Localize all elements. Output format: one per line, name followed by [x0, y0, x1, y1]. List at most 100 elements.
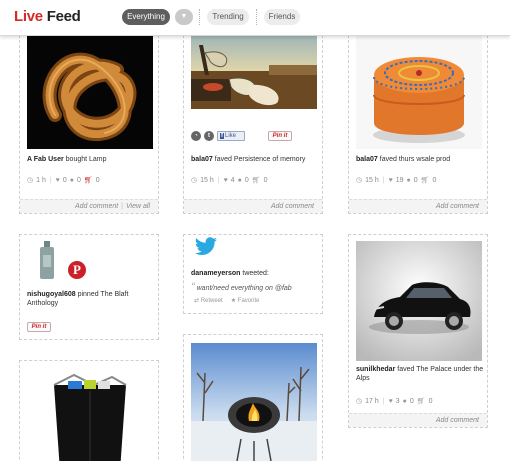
heart-icon[interactable]: ♥	[224, 177, 228, 184]
tab-everything[interactable]: Everything	[122, 9, 170, 25]
tweet-text: “ want/need everything on @fab	[191, 281, 319, 293]
user-name[interactable]: bala07	[356, 156, 378, 163]
user-name[interactable]: danameyerson	[191, 270, 240, 277]
pinterest-icon[interactable]: P	[68, 261, 86, 279]
like-count: 0	[62, 176, 67, 184]
comment-count: 0	[76, 176, 81, 184]
user-name[interactable]: sunilkhedar	[356, 366, 395, 373]
activity-caption: bala07 faved Persistence of memory	[191, 155, 319, 164]
add-comment-link[interactable]: Add comment	[436, 417, 479, 424]
feed-card-lamp: A Fab User bought Lamp ◷ 1 h | ♥ 0 ● 0 🛒…	[19, 20, 159, 214]
favorite-button[interactable]: ★ Favorite	[231, 297, 260, 304]
logo-feed: Feed	[46, 8, 81, 25]
activity-text: faved thurs wsale prod	[379, 156, 451, 163]
heart-icon[interactable]: ♥	[389, 398, 393, 405]
product-image-hamper[interactable]	[34, 371, 146, 461]
product-image-pouf[interactable]	[356, 35, 482, 149]
pouf-graphic	[373, 57, 465, 143]
product-image-lamp[interactable]	[27, 35, 153, 149]
favorite-label: Favorite	[237, 298, 260, 304]
feed-card-tweet: danameyerson tweeted: “ want/need everyt…	[183, 234, 323, 314]
top-bar: Live Feed Everything ▼ Trending Friends	[0, 0, 510, 36]
product-image-car[interactable]	[356, 241, 482, 361]
tumblr-icon[interactable]: t	[204, 131, 214, 141]
tab-friends[interactable]: Friends	[264, 9, 300, 25]
user-name[interactable]: nishugoyal608	[27, 291, 76, 298]
pin-it-button[interactable]: Pin it	[268, 131, 292, 141]
feed-card-pouf: bala07 faved thurs wsale prod ◷ 15 h | ♥…	[348, 20, 488, 214]
comment-icon[interactable]: ●	[403, 398, 407, 405]
add-comment-link[interactable]: Add comment	[436, 203, 479, 210]
retweet-button[interactable]: ⇄ Retweet	[194, 297, 223, 304]
activity-text: faved Persistence of memory	[214, 156, 306, 163]
like-count: 4	[230, 176, 235, 184]
activity-caption: danameyerson tweeted:	[191, 269, 319, 278]
card-stats: ◷ 15 h | ♥ 19 ● 0 🛒︎ 0	[356, 176, 437, 185]
facebook-like-label: Like	[225, 133, 237, 139]
time-ago: 15 h	[365, 176, 379, 184]
user-name[interactable]: A Fab User	[27, 156, 64, 163]
tweet-body: want/need everything on @fab	[196, 285, 292, 292]
bottle-graphic	[40, 241, 54, 279]
product-image-bottle[interactable]	[38, 241, 56, 281]
knot-lamp-graphic	[42, 52, 137, 142]
user-name[interactable]: bala07	[191, 156, 213, 163]
comment-icon[interactable]: ●	[70, 177, 74, 184]
card-footer: Add comment | View all	[20, 199, 158, 213]
share-icon[interactable]: ◔	[191, 131, 201, 141]
like-count: 19	[395, 176, 404, 184]
clock-icon: ◷	[356, 398, 363, 405]
feed-card-memory: ◔ t f Like Pin it bala07 faved Persistenc…	[183, 20, 323, 214]
divider	[256, 9, 257, 25]
divider: |	[382, 397, 385, 405]
comment-icon[interactable]: ●	[238, 177, 242, 184]
product-image-painting[interactable]	[191, 35, 317, 109]
cart-count: 0	[432, 176, 437, 184]
heart-icon[interactable]: ♥	[56, 177, 60, 184]
clock-icon: ◷	[27, 177, 34, 184]
twitter-bird-graphic	[194, 237, 217, 255]
filter-dropdown-button[interactable]: ▼	[175, 9, 193, 25]
comment-icon[interactable]: ●	[407, 177, 411, 184]
logo-live: Live	[14, 8, 43, 25]
tab-trending[interactable]: Trending	[207, 9, 249, 25]
cart-count: 0	[428, 397, 433, 405]
time-ago: 1 h	[36, 176, 46, 184]
divider	[199, 9, 200, 25]
comment-count: 0	[409, 397, 414, 405]
activity-text: tweeted:	[242, 270, 269, 277]
activity-caption: bala07 faved thurs wsale prod	[356, 155, 484, 164]
feed-card-car: sunilkhedar faved The Palace under the A…	[348, 234, 488, 428]
cart-icon[interactable]: 🛒︎	[417, 397, 426, 405]
add-comment-link[interactable]: Add comment	[75, 203, 118, 210]
card-footer: Add comment	[349, 199, 487, 213]
live-feed-logo[interactable]: Live Feed	[14, 8, 81, 25]
feed-card-pinned: P nishugoyal608 pinned The Blaft Antholo…	[19, 234, 159, 340]
activity-caption: A Fab User bought Lamp	[27, 155, 155, 164]
feed-card-hamper	[19, 360, 159, 461]
clock-icon: ◷	[356, 177, 363, 184]
chevron-down-icon: ▼	[180, 13, 188, 20]
cart-icon[interactable]: 🛒︎	[84, 176, 93, 184]
time-ago: 15 h	[200, 176, 214, 184]
cart-icon[interactable]: 🛒︎	[252, 176, 261, 184]
heart-icon[interactable]: ♥	[389, 177, 393, 184]
view-all-link[interactable]: View all	[126, 203, 150, 210]
divider: |	[49, 176, 52, 184]
painting-graphic	[191, 35, 317, 109]
comment-count: 0	[244, 176, 249, 184]
card-stats: ◷ 1 h | ♥ 0 ● 0 🛒︎ 0	[27, 176, 100, 185]
pin-it-button[interactable]: Pin it	[27, 322, 51, 332]
car-graphic	[356, 241, 482, 361]
cart-icon[interactable]: 🛒︎	[421, 176, 430, 184]
quote-mark-icon: “	[191, 281, 195, 293]
card-footer: Add comment	[349, 413, 487, 427]
cart-count: 0	[95, 176, 100, 184]
facebook-icon: f	[220, 133, 224, 139]
retweet-icon: ⇄	[194, 298, 200, 304]
facebook-like-button[interactable]: f Like	[217, 131, 245, 141]
add-comment-link[interactable]: Add comment	[271, 203, 314, 210]
divider: |	[217, 176, 220, 184]
feed-card-firepit	[183, 334, 323, 461]
product-image-firepit[interactable]	[191, 343, 317, 461]
